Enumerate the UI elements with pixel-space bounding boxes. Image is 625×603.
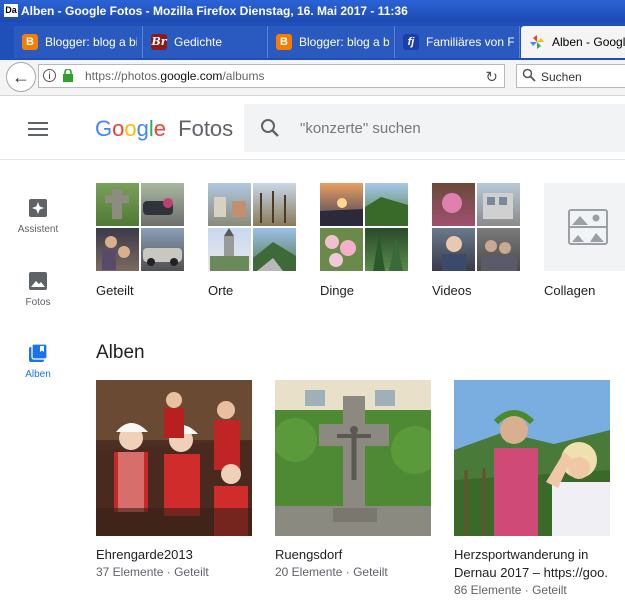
br-icon: Br <box>151 34 167 50</box>
google-photos-icon <box>529 34 545 50</box>
category-label: Collagen <box>544 283 596 298</box>
category-thumbnail <box>320 183 408 271</box>
album-card[interactable]: Ehrengarde2013 37 Elemente · Geteilt <box>96 380 252 579</box>
app-icon: Da <box>4 4 18 17</box>
album-cover <box>454 380 610 536</box>
sidebar-item-label: Assistent <box>17 224 59 235</box>
collage-placeholder <box>544 183 625 271</box>
url-bar[interactable]: i https://photos.google.com/albums ↻ <box>38 64 505 88</box>
album-title: Herzsportwanderung in Dernau 2017 – http… <box>454 547 608 580</box>
category-geteilt[interactable]: Geteilt <box>96 183 186 298</box>
album-title: Ehrengarde2013 <box>96 547 193 562</box>
url-text: https://photos.google.com/albums <box>85 69 265 83</box>
tab-blogger-2[interactable]: B Blogger: blog a bis <box>268 26 395 58</box>
tab-gedichte[interactable]: Br Gedichte <box>143 26 268 58</box>
albums-icon <box>28 343 48 363</box>
sidebar-item-assistent[interactable]: Assistent <box>12 198 64 235</box>
browser-search-placeholder: Suchen <box>541 70 582 84</box>
photos-search-input[interactable]: "konzerte" suchen <box>244 104 625 152</box>
tab-label: Blogger: blog a bis <box>45 35 137 49</box>
album-meta: 37 Elemente · Geteilt <box>96 565 209 579</box>
blogger-icon: B <box>22 34 38 50</box>
logo-google: Google <box>95 116 167 141</box>
photo-icon <box>28 271 48 291</box>
search-placeholder: "konzerte" suchen <box>300 120 421 137</box>
google-fotos-logo[interactable]: Google Fotos <box>95 116 233 142</box>
search-icon <box>261 119 279 137</box>
category-label: Orte <box>208 283 234 298</box>
tab-label: Alben - Google <box>552 35 625 49</box>
window-title: Alben - Google Fotos - Mozilla Firefox D… <box>21 4 408 18</box>
category-label: Geteilt <box>96 283 134 298</box>
tab-label: Gedichte <box>174 35 223 49</box>
category-thumbnail <box>96 183 184 271</box>
album-title: Ruengsdorf <box>275 547 343 562</box>
tab-alben-google[interactable]: Alben - Google <box>521 26 625 58</box>
album-cover <box>96 380 252 536</box>
blogger-icon: B <box>276 34 292 50</box>
category-orte[interactable]: Orte <box>208 183 298 298</box>
albums-heading: Alben <box>96 342 145 363</box>
sidebar-item-label: Alben <box>25 369 51 380</box>
category-dinge[interactable]: Dinge <box>320 183 410 298</box>
sidebar-item-fotos[interactable]: Fotos <box>12 271 64 308</box>
back-button[interactable]: ← <box>6 62 36 92</box>
album-meta: 86 Elemente · Geteilt <box>454 583 567 597</box>
tab-blogger-1[interactable]: B Blogger: blog a bis <box>14 26 143 58</box>
sidebar-item-label: Fotos <box>25 297 51 308</box>
info-icon[interactable]: i <box>43 69 56 82</box>
tab-label: Blogger: blog a bis <box>299 35 389 49</box>
search-icon <box>522 68 536 82</box>
category-collagen[interactable]: Collagen <box>544 183 625 298</box>
app-header: Google Fotos "konzerte" suchen <box>0 96 625 160</box>
navigation-bar: ← i https://photos.google.com/albums ↻ S… <box>0 60 625 96</box>
category-videos[interactable]: Videos <box>432 183 522 298</box>
album-cover <box>275 380 431 536</box>
category-thumbnail <box>208 183 296 271</box>
lock-icon <box>63 69 73 82</box>
reload-icon[interactable]: ↻ <box>485 68 498 86</box>
collage-icon <box>568 209 608 245</box>
window-title-bar: Da Alben - Google Fotos - Mozilla Firefo… <box>0 0 625 22</box>
tab-label: Familiäres von Frit <box>426 35 514 49</box>
logo-fotos: Fotos <box>178 116 234 141</box>
album-card[interactable]: Ruengsdorf 20 Elemente · Geteilt <box>275 380 431 579</box>
category-thumbnail <box>432 183 520 271</box>
sidebar-item-alben[interactable]: Alben <box>12 343 64 380</box>
category-label: Dinge <box>320 283 354 298</box>
tab-strip: B Blogger: blog a bis Br Gedichte B Blog… <box>0 22 625 60</box>
album-card[interactable]: Herzsportwanderung in Dernau 2017 – http… <box>454 380 610 597</box>
category-label: Videos <box>432 283 472 298</box>
tab-familiaeres[interactable]: fj Familiäres von Frit <box>395 26 520 58</box>
browser-search-field[interactable]: Suchen <box>516 64 625 88</box>
menu-icon[interactable] <box>28 122 48 136</box>
assistant-icon <box>28 198 48 218</box>
album-meta: 20 Elemente · Geteilt <box>275 565 388 579</box>
fj-icon: fj <box>403 34 419 50</box>
